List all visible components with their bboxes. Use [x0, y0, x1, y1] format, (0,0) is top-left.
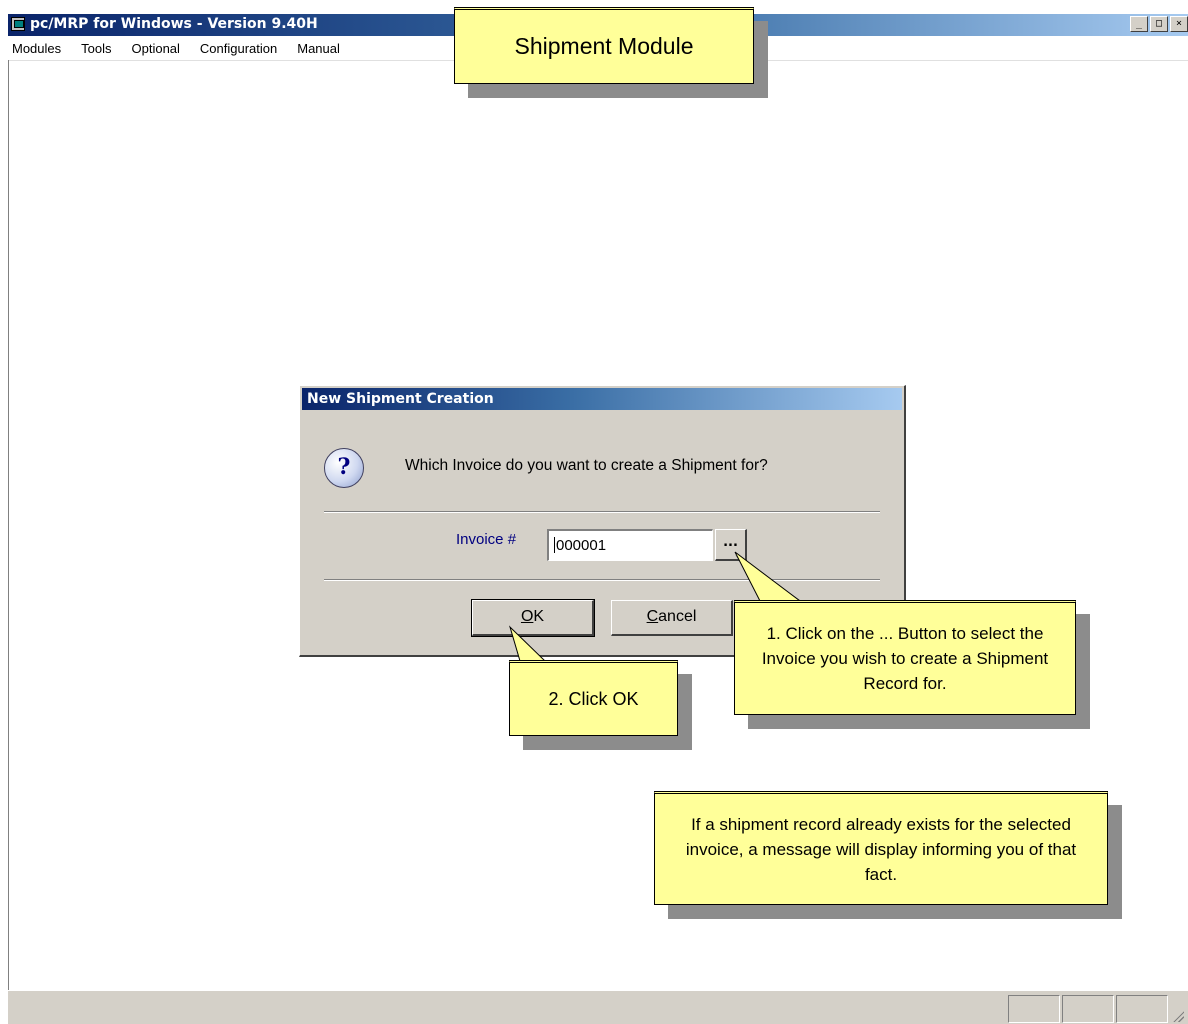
- status-main-panel: [10, 994, 1010, 1020]
- resize-grip-icon[interactable]: [1172, 1010, 1184, 1022]
- status-panel-2: [1062, 995, 1114, 1023]
- note-callout: If a shipment record already exists for …: [654, 791, 1108, 905]
- step1-callout: 1. Click on the ... Button to select the…: [734, 600, 1076, 715]
- callout2-pointer: [508, 625, 547, 662]
- step1-text: 1. Click on the ... Button to select the…: [761, 624, 1049, 693]
- status-panel-1: [1008, 995, 1060, 1023]
- note-text: If a shipment record already exists for …: [685, 814, 1077, 884]
- callout1-pointer: [734, 551, 802, 602]
- step2-text: 2. Click OK: [548, 688, 639, 709]
- status-panel-3: [1116, 995, 1168, 1023]
- status-bar: [8, 990, 1188, 1024]
- step2-callout: 2. Click OK: [509, 660, 678, 736]
